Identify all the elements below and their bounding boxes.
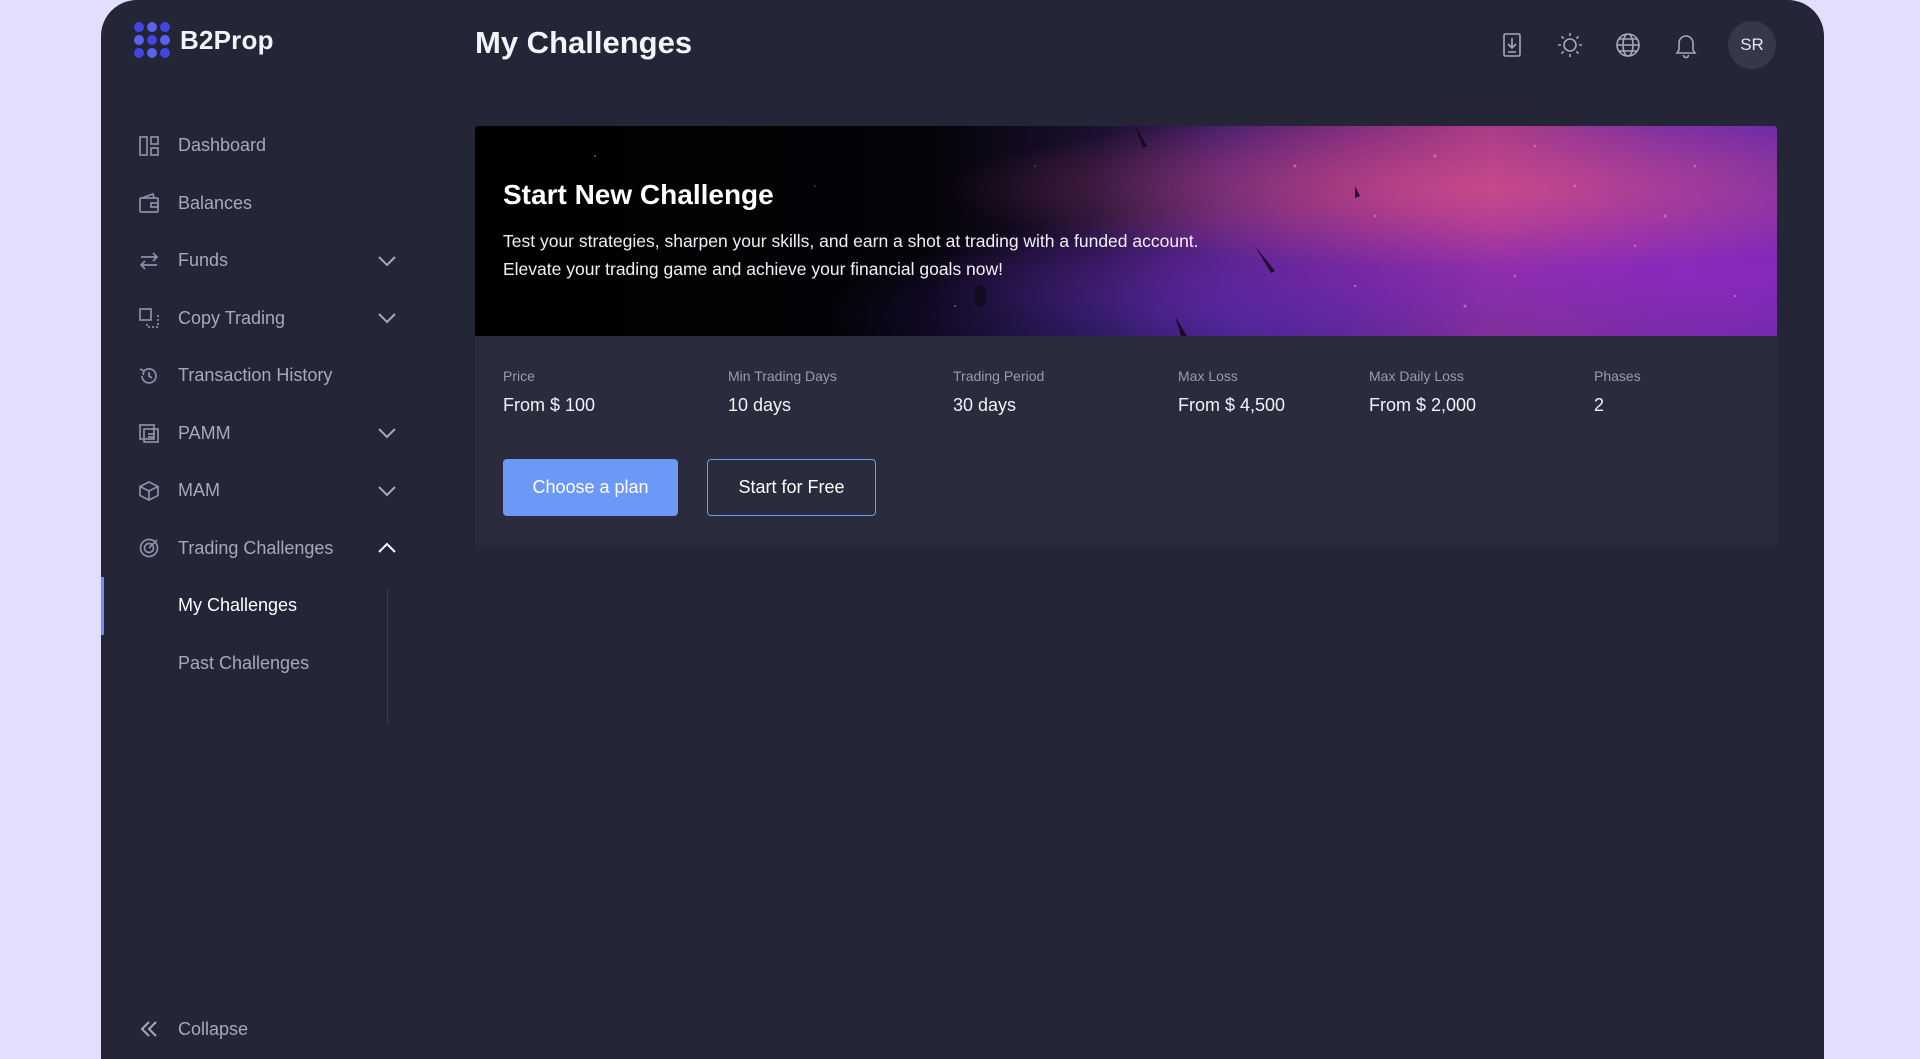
globe-icon[interactable] — [1610, 27, 1646, 63]
sidebar-subitem-past-challenges[interactable]: Past Challenges — [101, 635, 431, 693]
chevron-down-icon[interactable] — [376, 307, 398, 329]
stat-min-trading-days: Min Trading Days 10 days — [728, 368, 953, 416]
stat-label: Price — [503, 368, 535, 384]
stat-value: 2 — [1594, 395, 1605, 415]
sidebar-item-label: Transaction History — [178, 365, 333, 386]
challenge-stats: Price From $ 100 Min Trading Days 10 day… — [503, 368, 1714, 416]
bell-icon[interactable] — [1668, 27, 1704, 63]
challenge-actions: Choose a plan Start for Free — [503, 459, 876, 516]
sun-icon[interactable] — [1552, 27, 1588, 63]
sidebar-item-mam[interactable]: MAM — [101, 462, 431, 520]
sidebar-item-label: Balances — [178, 192, 253, 213]
sidebar-item-label: PAMM — [178, 422, 231, 443]
chevron-down-icon[interactable] — [376, 480, 398, 502]
stat-label: Phases — [1594, 368, 1641, 384]
challenge-title: Start New Challenge — [503, 179, 774, 210]
sidebar-item-label: Copy Trading — [178, 307, 286, 328]
sidebar-item-label: Funds — [178, 250, 229, 271]
sidebar-item-funds[interactable]: Funds — [101, 232, 431, 290]
download-icon[interactable] — [1494, 27, 1530, 63]
sidebar-item-transaction-history[interactable]: Transaction History — [101, 347, 431, 405]
chevron-down-icon[interactable] — [376, 250, 398, 272]
stat-max-loss: Max Loss From $ 4,500 — [1178, 368, 1369, 416]
dashboard-icon — [138, 135, 160, 157]
stat-phases: Phases 2 — [1594, 368, 1714, 416]
history-icon — [138, 365, 160, 387]
stat-value: From $ 4,500 — [1178, 395, 1286, 415]
brand-logo-icon — [134, 22, 170, 58]
stat-value: From $ 2,000 — [1369, 395, 1477, 415]
challenge-card: Start New Challenge Test your strategies… — [475, 126, 1777, 545]
pamm-icon — [138, 422, 160, 444]
stat-price: Price From $ 100 — [503, 368, 728, 416]
sidebar-item-label: Trading Challenges — [178, 537, 334, 558]
stat-value: 30 days — [953, 395, 1017, 415]
chevron-up-icon[interactable] — [376, 537, 398, 559]
avatar[interactable]: SR — [1728, 21, 1776, 69]
target-icon — [138, 537, 160, 559]
stat-label: Max Daily Loss — [1369, 368, 1464, 384]
sidebar-item-pamm[interactable]: PAMM — [101, 405, 431, 463]
stat-value: From $ 100 — [503, 395, 596, 415]
stat-value: 10 days — [728, 395, 792, 415]
sidebar-subitem-my-challenges[interactable]: My Challenges — [101, 577, 431, 635]
stat-label: Max Loss — [1178, 368, 1238, 384]
challenge-description-line-1: Test your strategies, sharpen your skill… — [503, 231, 1199, 251]
sidebar-item-trading-challenges[interactable]: Trading Challenges — [101, 520, 431, 578]
brand-name: B2Prop — [180, 24, 274, 55]
double-chevron-left-icon — [140, 1021, 157, 1037]
copy-trading-icon — [138, 307, 160, 329]
collapse-label: Collapse — [178, 1018, 249, 1039]
trading-challenges-submenu: My Challenges Past Challenges — [101, 577, 431, 724]
stat-label: Trading Period — [953, 368, 1045, 384]
app-window: B2Prop Dashboard Balances Funds Copy Tra… — [101, 0, 1824, 1059]
choose-plan-button[interactable]: Choose a plan — [503, 459, 678, 516]
sidebar-item-label: MAM — [178, 480, 220, 501]
stat-label: Min Trading Days — [728, 368, 837, 384]
cube-icon — [138, 480, 160, 502]
challenge-banner: Start New Challenge Test your strategies… — [475, 126, 1777, 336]
collapse-button[interactable]: Collapse — [138, 1018, 248, 1040]
stat-max-daily-loss: Max Daily Loss From $ 2,000 — [1369, 368, 1594, 416]
sidebar: B2Prop Dashboard Balances Funds Copy Tra… — [101, 0, 431, 1059]
sidebar-nav: Dashboard Balances Funds Copy Trading Tr… — [101, 117, 431, 724]
header-actions: SR — [1494, 21, 1776, 69]
transfer-icon — [138, 250, 160, 272]
page-title: My Challenges — [475, 25, 693, 60]
wallet-icon — [138, 192, 160, 214]
sidebar-item-label: Dashboard — [178, 135, 267, 156]
brand[interactable]: B2Prop — [134, 22, 274, 58]
challenge-description-line-2: Elevate your trading game and achieve yo… — [503, 259, 1004, 279]
sidebar-item-dashboard[interactable]: Dashboard — [101, 117, 431, 175]
chevron-down-icon[interactable] — [376, 422, 398, 444]
challenge-description: Test your strategies, sharpen your skill… — [503, 227, 1403, 283]
sidebar-item-copy-trading[interactable]: Copy Trading — [101, 290, 431, 348]
start-for-free-button[interactable]: Start for Free — [707, 459, 876, 516]
stat-trading-period: Trading Period 30 days — [953, 368, 1178, 416]
sidebar-item-balances[interactable]: Balances — [101, 175, 431, 233]
